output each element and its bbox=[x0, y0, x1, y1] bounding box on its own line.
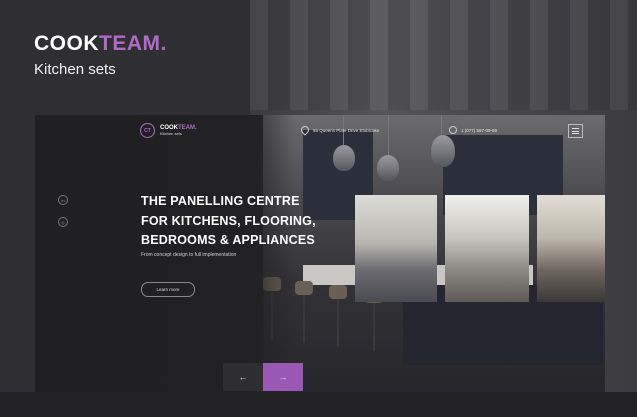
hero-title-line-3: BEDROOMS & APPLIANCES bbox=[141, 233, 315, 247]
arrow-left-icon: ← bbox=[238, 372, 248, 382]
header-address[interactable]: 55 Queens Plate Drive Etobicoke bbox=[299, 124, 380, 136]
menu-button[interactable] bbox=[568, 124, 583, 138]
brand-word-accent: TEAM. bbox=[99, 32, 167, 55]
logo-mark-icon: CT bbox=[140, 123, 155, 138]
brand-wordmark: COOKTEAM. bbox=[34, 32, 167, 56]
brand-subtitle: Kitchen sets bbox=[34, 61, 116, 78]
background-blinds bbox=[250, 0, 637, 110]
social-icon-first[interactable]: in bbox=[58, 195, 68, 205]
bottom-strip bbox=[0, 392, 637, 417]
social-icon-second[interactable]: ◎ bbox=[58, 217, 68, 227]
site-logo[interactable]: CT COOKTEAM. Kitchen sets bbox=[140, 123, 197, 138]
bar-stool bbox=[295, 281, 313, 295]
phone-text: 1 (077) 597-09-59 bbox=[461, 127, 498, 133]
brand-word-main: COOK bbox=[34, 32, 99, 55]
pendant-lamp bbox=[333, 145, 355, 171]
stool-leg bbox=[303, 295, 305, 343]
menu-icon-line bbox=[572, 130, 579, 132]
header-phone[interactable]: 1 (077) 597-09-59 bbox=[449, 126, 497, 134]
phone-icon bbox=[449, 126, 457, 134]
logo-text: COOKTEAM. Kitchen sets bbox=[160, 125, 197, 136]
website-mockup: CT COOKTEAM. Kitchen sets 55 Queens Plat… bbox=[35, 115, 605, 392]
slider-next-button[interactable]: → bbox=[263, 363, 303, 391]
presentation-brand: COOKTEAM. Kitchen sets bbox=[34, 32, 167, 78]
arrow-right-icon: → bbox=[278, 372, 288, 382]
gallery-thumbnail-2[interactable] bbox=[445, 195, 529, 302]
lamp-cord bbox=[441, 115, 442, 135]
hero-title-line-2: FOR KITCHENS, FLOORING, bbox=[141, 213, 316, 228]
gallery-thumbnail-3[interactable] bbox=[537, 195, 605, 302]
learn-more-button[interactable]: Learn more bbox=[141, 282, 195, 297]
menu-icon-line bbox=[572, 133, 579, 134]
menu-icon-line bbox=[572, 128, 579, 129]
slider-prev-button[interactable]: ← bbox=[223, 363, 263, 391]
stool-leg bbox=[337, 299, 339, 347]
pendant-lamp bbox=[431, 135, 455, 167]
pendant-lamp bbox=[377, 155, 399, 181]
logo-subtitle: Kitchen sets bbox=[160, 131, 182, 136]
stool-leg bbox=[373, 303, 375, 351]
address-text: 55 Queens Plate Drive Etobicoke bbox=[313, 127, 380, 133]
bar-stool bbox=[329, 285, 347, 299]
hero-title-line-1: THE PANELLING CENTRE bbox=[141, 194, 300, 208]
hero-title: THE PANELLING CENTRE FOR KITCHENS, FLOOR… bbox=[141, 192, 321, 251]
gallery-thumbnail-1[interactable] bbox=[355, 195, 437, 302]
location-pin-icon bbox=[299, 124, 311, 136]
lamp-cord bbox=[388, 115, 389, 155]
hero-subtitle: From concept design to full implementati… bbox=[141, 252, 237, 258]
